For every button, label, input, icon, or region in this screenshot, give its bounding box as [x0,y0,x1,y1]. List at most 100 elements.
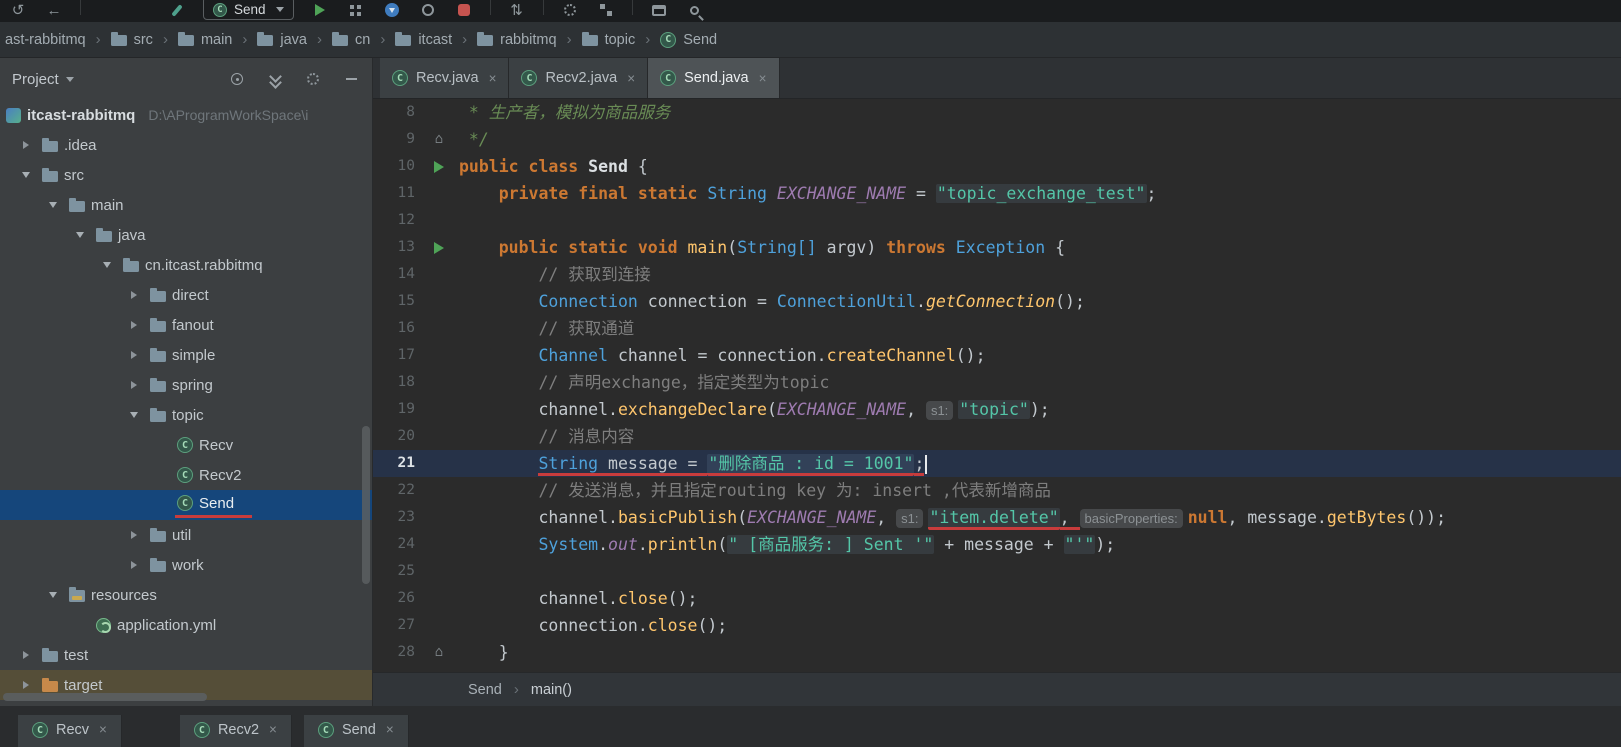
tree-item[interactable]: simple [0,340,372,370]
code-line[interactable]: 11 private final static String EXCHANGE_… [373,180,1621,207]
profiler-icon[interactable] [454,0,474,20]
tree-item[interactable]: util [0,520,372,550]
background-editor-tab[interactable]: C Recv × [18,715,122,747]
locate-file-icon[interactable] [228,70,246,88]
code-text[interactable]: * 生产者，模拟为商品服务 [453,99,670,126]
code-text[interactable]: private final static String EXCHANGE_NAM… [453,180,1156,207]
breadcrumb-item[interactable]: java [254,32,310,48]
tree-item[interactable]: C Recv [0,430,372,460]
expand-arrow[interactable] [70,232,90,238]
code-line[interactable]: 18 // 声明exchange，指定类型为topic [373,369,1621,396]
expand-arrow[interactable] [43,592,63,598]
code-line[interactable]: 27 connection.close(); [373,612,1621,639]
code-text[interactable]: channel.basicPublish(EXCHANGE_NAME, s1: "… [453,504,1446,531]
tree-item[interactable]: resources [0,580,372,610]
collapse-all-icon[interactable] [266,70,284,88]
expand-arrow[interactable] [124,381,144,389]
code-line[interactable]: 20 // 消息内容 [373,423,1621,450]
code-line[interactable]: 17 Channel channel = connection.createCh… [373,342,1621,369]
expand-arrow[interactable] [16,141,36,149]
code-line[interactable]: 24 System.out.println(" [商品服务: ] Sent '"… [373,531,1621,558]
chevron-down-icon[interactable] [65,76,74,82]
gear-icon[interactable] [304,70,322,88]
settings-icon[interactable] [560,0,580,20]
brush-icon[interactable] [167,0,187,20]
code-text[interactable]: // 声明exchange，指定类型为topic [453,369,829,396]
tree-item[interactable]: java [0,220,372,250]
code-line[interactable]: 14 // 获取到连接 [373,261,1621,288]
tree-item[interactable]: work [0,550,372,580]
code-line[interactable]: 9 ⌂ */ [373,126,1621,153]
code-text[interactable] [453,207,459,234]
code-text[interactable]: public static void main(String[] argv) t… [453,234,1065,261]
expand-arrow[interactable] [124,291,144,299]
debug-icon[interactable] [382,0,402,20]
code-text[interactable]: // 发送消息，并且指定routing key 为: insert ,代表新增商… [453,477,1050,504]
expand-arrow[interactable] [124,321,144,329]
tree-item[interactable]: src [0,160,372,190]
code-text[interactable]: System.out.println(" [商品服务: ] Sent '" + … [453,531,1115,558]
tree-item[interactable]: itcast-rabbitmq D:\AProgramWorkSpace\i [0,100,372,130]
editor-tab[interactable]: C Recv2.java × [509,58,649,98]
code-line[interactable]: 22 // 发送消息，并且指定routing key 为: insert ,代表… [373,477,1621,504]
code-line[interactable]: 19 channel.exchangeDeclare(EXCHANGE_NAME… [373,396,1621,423]
updown-icon[interactable]: ⇅ [507,0,527,20]
code-line[interactable]: 15 Connection connection = ConnectionUti… [373,288,1621,315]
background-editor-tab[interactable]: C Send × [303,715,409,747]
editor-tab[interactable]: C Send.java × [648,58,780,98]
run-config-selector[interactable]: C Send [203,0,294,20]
code-text[interactable]: public class Send { [453,153,648,180]
code-line[interactable]: 10 public class Send { [373,153,1621,180]
run-button[interactable] [310,0,330,20]
vertical-scrollbar[interactable] [362,426,370,584]
tree-item[interactable]: test [0,640,372,670]
tree-item[interactable]: spring [0,370,372,400]
code-text[interactable]: // 获取到连接 [453,261,650,288]
code-text[interactable]: channel.exchangeDeclare(EXCHANGE_NAME, s… [453,396,1050,423]
breadcrumb-item[interactable]: rabbitmq [474,32,559,48]
breadcrumb-item[interactable]: topic [579,32,639,48]
expand-arrow[interactable] [124,412,144,418]
code-area[interactable]: 8 * 生产者，模拟为商品服务 9 ⌂ */ 10 public class Send … [373,99,1621,672]
tree-item[interactable]: C Send [0,490,372,520]
code-line[interactable]: 16 // 获取通道 [373,315,1621,342]
breadcrumb-item[interactable]: ast-rabbitmq [2,32,89,48]
code-line[interactable]: 13 public static void main(String[] argv… [373,234,1621,261]
code-text[interactable]: Channel channel = connection.createChann… [453,342,985,369]
background-editor-tab[interactable]: C Recv2 × [179,715,292,747]
expand-arrow[interactable] [16,172,36,178]
search-icon[interactable] [685,0,705,20]
code-line[interactable]: 12 [373,207,1621,234]
horizontal-scrollbar[interactable] [3,693,207,701]
code-text[interactable]: } [453,639,509,666]
code-text[interactable]: connection.close(); [453,612,727,639]
services-icon[interactable] [346,0,366,20]
breadcrumb-item[interactable]: C Send [657,31,720,48]
footer-breadcrumb-item[interactable]: Send [468,682,502,698]
history-icon[interactable]: ↺ [8,0,28,20]
footer-breadcrumb-item[interactable]: main() [531,682,572,698]
breadcrumb-item[interactable]: cn [329,32,373,48]
breadcrumb-item[interactable]: main [175,32,235,48]
code-line[interactable]: 25 [373,558,1621,585]
code-line[interactable]: 28 ⌂ } [373,639,1621,666]
project-panel-title[interactable]: Project [12,71,59,88]
expand-arrow[interactable] [16,681,36,689]
run-line-icon[interactable] [425,153,453,180]
code-text[interactable] [453,558,459,585]
code-text[interactable]: String message = "删除商品 : id = 1001"; [453,450,928,477]
window-icon[interactable] [649,0,669,20]
breadcrumb-item[interactable]: src [108,32,156,48]
tree-item[interactable]: .idea [0,130,372,160]
code-line[interactable]: 26 channel.close(); [373,585,1621,612]
expand-arrow[interactable] [124,531,144,539]
run-line-icon[interactable] [425,234,453,261]
close-icon[interactable]: × [99,722,107,737]
tree-item[interactable]: main [0,190,372,220]
plugins-icon[interactable] [596,0,616,20]
close-icon[interactable]: × [759,71,767,86]
back-icon[interactable]: ← [44,0,64,20]
tree-item[interactable]: topic [0,400,372,430]
expand-arrow[interactable] [124,561,144,569]
editor-tab[interactable]: C Recv.java × [380,58,510,98]
